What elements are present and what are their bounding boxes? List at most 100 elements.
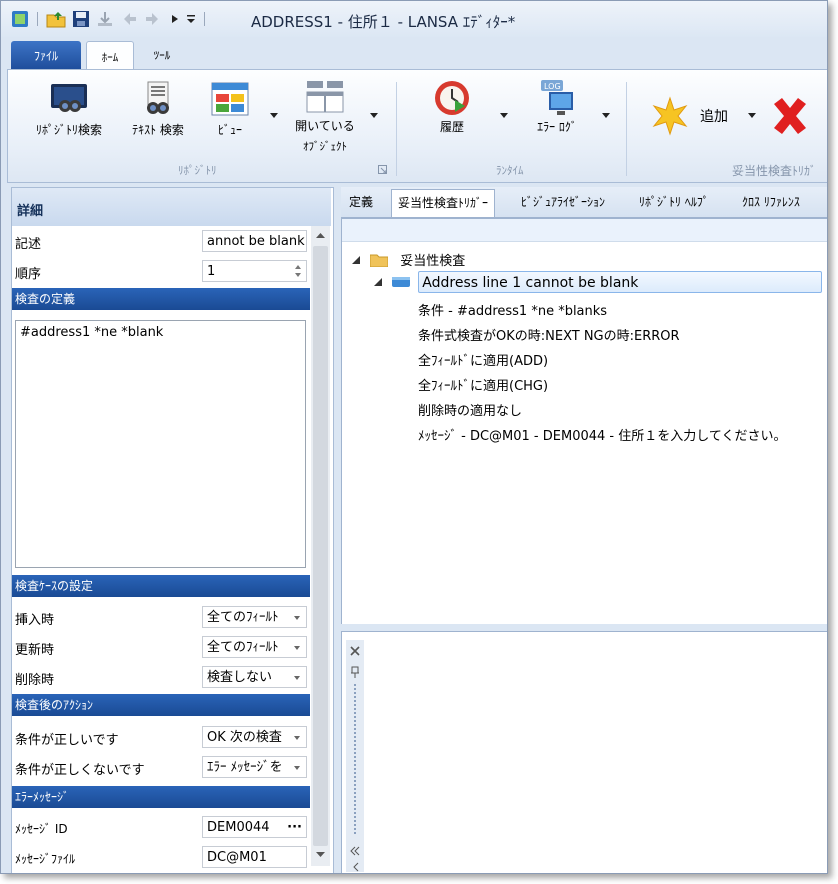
view-dropdown-arrow-icon[interactable] <box>270 113 278 118</box>
insert-combo[interactable]: 全てのﾌｨｰﾙﾄ <box>202 606 307 628</box>
delete-label: 削除時 <box>15 673 55 688</box>
description-label: 記述 <box>15 237 42 252</box>
update-label: 更新時 <box>15 643 55 658</box>
expanded-triangle-icon[interactable] <box>374 278 382 286</box>
message-id-field[interactable]: DEM0044 ··· <box>202 816 307 838</box>
false-condition-combo[interactable]: ｴﾗｰ ﾒｯｾｰｼﾞを <box>202 756 307 778</box>
open-objects-dropdown-arrow-icon[interactable] <box>370 113 378 118</box>
add-dropdown-arrow-icon[interactable] <box>748 113 756 118</box>
spinner-arrows-icon[interactable] <box>294 263 302 279</box>
chevron-down-icon <box>294 616 300 620</box>
repository-search-label: ﾘﾎﾟｼﾞﾄﾘ検索 <box>35 123 102 137</box>
true-condition-combo[interactable]: OK 次の検査 <box>202 726 307 748</box>
message-file-value: DC@M01 <box>207 850 267 865</box>
back-icon[interactable] <box>120 10 138 28</box>
open-objects-icon <box>305 78 345 116</box>
delete-x-icon[interactable] <box>768 94 812 138</box>
tree-selected-node[interactable]: Address line 1 cannot be blank <box>374 271 823 293</box>
chevron-down-icon <box>294 646 300 650</box>
tree-child-node[interactable]: 条件式検査がOKの時:NEXT NGの時:ERROR <box>418 325 680 344</box>
divider <box>204 12 205 26</box>
view-layout-icon <box>210 80 250 118</box>
open-folder-icon[interactable] <box>46 10 66 28</box>
tab-file[interactable]: ﾌｧｲﾙ <box>11 41 81 69</box>
text-search-button[interactable]: ﾃｷｽﾄ 検索 <box>120 80 196 138</box>
customize-quick-access-icon[interactable] <box>186 10 196 28</box>
tree-child-node[interactable]: ﾒｯｾｰｼﾞ - DC@M01 - DEM0044 - 住所１を入力してください… <box>418 425 786 444</box>
order-spinner[interactable]: 1 <box>202 260 307 282</box>
open-objects-button[interactable]: 開いている ｵﾌﾞｼﾞｪｸﾄ <box>284 78 366 154</box>
section-after-actions: 検査後のｱｸｼｮﾝ <box>12 694 310 716</box>
window-title: ADDRESS1 - 住所１ - LANSA ｴﾃﾞｨﾀｰ* <box>251 13 516 31</box>
folder-icon <box>370 253 389 267</box>
trigger-tree-view: 妥当性検査 Address line 1 cannot be blank 条件 … <box>341 218 827 625</box>
tab-tool[interactable]: ﾂｰﾙ <box>139 41 185 69</box>
close-icon[interactable] <box>350 646 360 656</box>
history-dropdown-arrow-icon[interactable] <box>500 113 508 118</box>
ellipsis-button-icon[interactable]: ··· <box>287 817 302 837</box>
output-pane <box>341 631 827 873</box>
tab-cross-reference[interactable]: ｸﾛｽ ﾘﾌｧﾚﾝｽ <box>736 189 806 216</box>
tab-home[interactable]: ﾎｰﾑ <box>86 41 134 71</box>
message-file-field[interactable]: DC@M01 <box>202 846 307 868</box>
tab-validation-triggers[interactable]: 妥当性検査ﾄﾘｶﾞｰ <box>391 189 496 217</box>
tree-child-node[interactable]: 全ﾌｨｰﾙﾄﾞに適用(ADD) <box>418 350 548 369</box>
view-label: ﾋﾞｭｰ <box>217 123 242 137</box>
open-objects-label-1: 開いている <box>295 119 355 133</box>
section-case-settings: 検査ｹｰｽの設定 <box>12 575 310 597</box>
expression-editor[interactable]: #address1 *ne *blank <box>15 320 306 568</box>
scroll-up-icon[interactable] <box>316 232 325 238</box>
insert-label: 挿入時 <box>15 613 55 628</box>
tab-visualization[interactable]: ﾋﾞｼﾞｭｱﾗｲｾﾞｰｼｮﾝ <box>515 189 611 216</box>
tree-root-label: 妥当性検査 <box>400 254 466 269</box>
splitter-bar[interactable] <box>341 624 827 630</box>
run-icon[interactable] <box>170 10 180 28</box>
view-button[interactable]: ﾋﾞｭｰ <box>204 80 256 138</box>
false-condition-value: ｴﾗｰ ﾒｯｾｰｼﾞを <box>207 760 283 775</box>
output-pane-toolbar <box>346 640 364 872</box>
update-combo[interactable]: 全てのﾌｨｰﾙﾄ <box>202 636 307 658</box>
true-condition-value: OK 次の検査 <box>207 730 282 745</box>
error-log-dropdown-arrow-icon[interactable] <box>602 113 610 118</box>
history-clock-icon <box>432 78 472 118</box>
repository-search-button[interactable]: ﾘﾎﾟｼﾞﾄﾘ検索 <box>26 80 112 138</box>
description-field[interactable]: annot be blank <box>202 230 307 252</box>
collapse-left-icon[interactable] <box>349 846 361 856</box>
tree-child-node[interactable]: 全ﾌｨｰﾙﾄﾞに適用(CHG) <box>418 375 548 394</box>
tab-repository-help[interactable]: ﾘﾎﾟｼﾞﾄﾘ ﾍﾙﾌﾟ <box>633 189 715 216</box>
delete-value: 検査しない <box>207 670 273 685</box>
tree-root-node[interactable]: 妥当性検査 <box>352 250 465 269</box>
title-bar: ADDRESS1 - 住所１ - LANSA ｴﾃﾞｨﾀｰ* <box>1 1 827 37</box>
download-icon[interactable] <box>96 10 114 28</box>
forward-icon[interactable] <box>144 10 162 28</box>
details-scrollbar[interactable] <box>311 226 330 866</box>
section-error-message: ｴﾗｰﾒｯｾｰｼﾞ <box>12 786 310 808</box>
text-binoculars-icon <box>138 80 178 118</box>
error-log-button[interactable]: LOG ｴﾗｰ ﾛｸﾞ <box>522 78 592 135</box>
scroll-down-icon[interactable] <box>316 852 325 858</box>
history-label: 履歴 <box>439 120 464 134</box>
message-file-label: ﾒｯｾｰｼﾞﾌｧｲﾙ <box>15 852 76 866</box>
svg-text:LOG: LOG <box>544 82 561 91</box>
dialog-launcher-icon[interactable] <box>378 165 387 174</box>
chevron-down-icon <box>294 736 300 740</box>
message-id-label: ﾒｯｾｰｼﾞ ID <box>15 822 68 836</box>
app-icon[interactable] <box>11 10 29 28</box>
tree-child-node[interactable]: 削除時の適用なし <box>418 400 522 419</box>
text-search-label: ﾃｷｽﾄ 検索 <box>132 123 184 137</box>
error-log-label: ｴﾗｰ ﾛｸﾞ <box>537 120 577 134</box>
add-button[interactable]: 追加 <box>650 96 728 136</box>
scrollbar-thumb[interactable] <box>313 246 328 846</box>
details-header: 詳細 <box>12 188 331 226</box>
expanded-triangle-icon[interactable] <box>352 255 360 264</box>
group-label-repository: ﾘﾎﾟｼﾞﾄﾘ <box>178 164 217 177</box>
save-icon[interactable] <box>72 10 90 28</box>
pin-icon[interactable] <box>350 666 360 678</box>
prev-icon[interactable] <box>351 862 361 872</box>
delete-combo[interactable]: 検査しない <box>202 666 307 688</box>
insert-value: 全てのﾌｨｰﾙﾄ <box>207 610 279 625</box>
history-button[interactable]: 履歴 <box>420 78 484 135</box>
false-condition-label: 条件が正しくないです <box>15 763 145 778</box>
tree-child-node[interactable]: 条件 - #address1 *ne *blanks <box>418 300 607 319</box>
tab-definition[interactable]: 定義 <box>343 189 379 216</box>
